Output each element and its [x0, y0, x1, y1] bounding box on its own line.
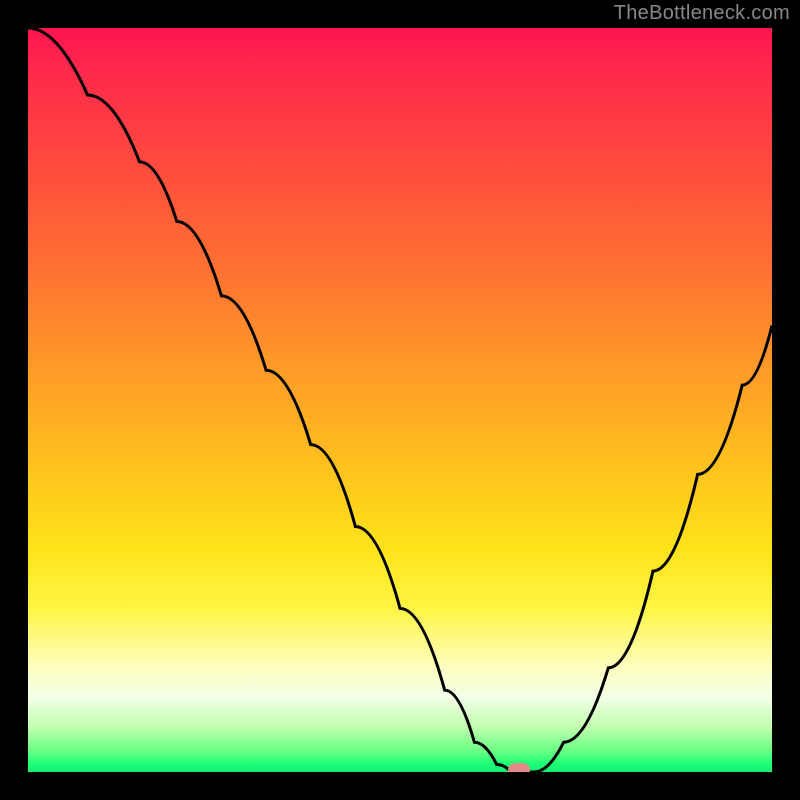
curve-path [28, 28, 772, 772]
optimal-marker [508, 763, 530, 772]
bottleneck-curve [28, 28, 772, 772]
chart-stage: TheBottleneck.com [0, 0, 800, 800]
watermark-text: TheBottleneck.com [614, 2, 790, 25]
plot-area [28, 28, 772, 772]
